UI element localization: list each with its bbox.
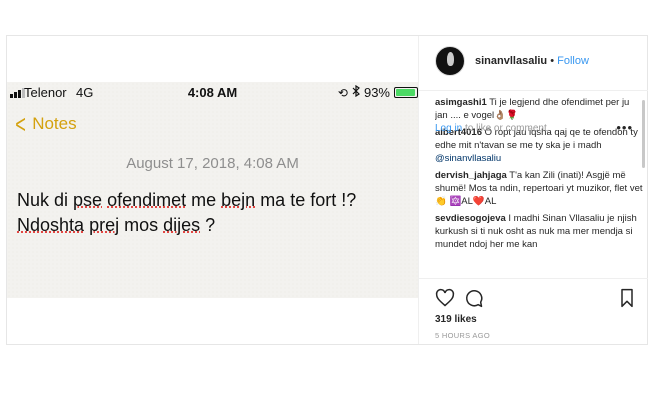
separator-dot: • xyxy=(550,55,555,67)
like-count[interactable]: 319 likes xyxy=(435,314,477,325)
spellcheck-word: prej xyxy=(89,215,120,235)
notes-back-label: Notes xyxy=(32,114,77,133)
spellcheck-word: pse xyxy=(73,190,103,210)
comment-icon[interactable] xyxy=(464,288,484,308)
comment-mention[interactable]: @sinanvllasaliu xyxy=(435,153,501,164)
post-header: sinanvllasaliu • Follow xyxy=(419,36,648,91)
spellcheck-word: bejn xyxy=(221,190,256,210)
login-prompt-text: to like or comment. xyxy=(462,123,550,134)
post-side-panel: sinanvllasaliu • Follow asimgashi1 Ti je… xyxy=(418,36,648,344)
follow-button[interactable]: Follow xyxy=(557,55,589,67)
login-prompt: Log in to like or comment. xyxy=(435,123,550,134)
battery-percent: 93% xyxy=(363,85,390,100)
note-body: Nuk di pse ofendimet me bejn ma te fort … xyxy=(17,188,412,238)
notes-back-button[interactable]: < Notes xyxy=(13,109,77,139)
comments-scrollbar[interactable] xyxy=(642,100,645,168)
comment-username[interactable]: dervish_jahjaga xyxy=(435,170,507,181)
comment-item: sevdiesogojeva I madhi Sinan Vllasaliu j… xyxy=(435,212,643,251)
notes-screenshot: Telenor 4G 4:08 AM ⟲ 93% < Notes August … xyxy=(7,82,418,298)
login-link[interactable]: Log in xyxy=(435,123,462,134)
post-actions: 319 likes 5 HOURS AGO xyxy=(419,278,648,378)
spellcheck-word: Ndoshta xyxy=(17,215,85,235)
post-media[interactable]: Telenor 4G 4:08 AM ⟲ 93% < Notes August … xyxy=(7,36,418,344)
comment-username[interactable]: asimgashi1 xyxy=(435,97,487,108)
comment-item: dervish_jahjaga T'a kan Zili (inati)! As… xyxy=(435,169,643,208)
bookmark-icon[interactable] xyxy=(617,288,637,308)
heart-icon[interactable] xyxy=(435,288,455,308)
instagram-post: Telenor 4G 4:08 AM ⟲ 93% < Notes August … xyxy=(6,35,648,345)
note-date: August 17, 2018, 4:08 AM xyxy=(126,155,299,172)
more-options-icon[interactable]: ••• xyxy=(616,120,633,135)
back-chevron-icon: < xyxy=(15,109,26,139)
spellcheck-word: dijes xyxy=(163,215,201,235)
post-timestamp[interactable]: 5 HOURS AGO xyxy=(435,331,490,340)
ios-status-bar: Telenor 4G 4:08 AM ⟲ 93% xyxy=(7,82,418,104)
note-line-2: Ndoshta prej mos dijes ? xyxy=(17,215,216,235)
comment-item: asimgashi1 Ti je legjend dhe ofendimet p… xyxy=(435,96,643,122)
post-author: sinanvllasaliu • Follow xyxy=(475,55,589,67)
avatar[interactable] xyxy=(435,46,465,76)
spellcheck-word: ofendimet xyxy=(107,190,187,210)
rotation-lock-icon: ⟲ xyxy=(337,85,348,100)
comment-username[interactable]: sevdiesogojeva xyxy=(435,213,506,224)
bluetooth-icon xyxy=(352,84,360,100)
note-line-1: Nuk di pse ofendimet me bejn ma te fort … xyxy=(17,190,357,210)
username-link[interactable]: sinanvllasaliu xyxy=(475,55,547,67)
battery-icon xyxy=(394,87,418,98)
